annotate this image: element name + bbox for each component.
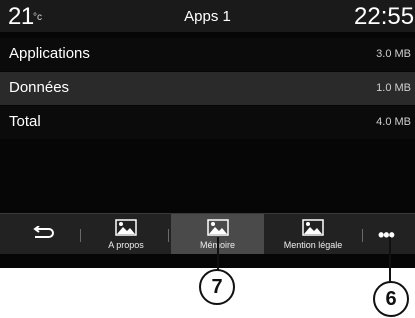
tab-label: Mention légale xyxy=(283,240,343,250)
list-item-label: Applications xyxy=(9,45,90,62)
callout-memory: 7 xyxy=(199,269,235,305)
callout-line-memory xyxy=(217,237,219,271)
status-bar: 21 °c Apps 1 22:55 xyxy=(0,0,415,32)
more-options-button[interactable]: ••• xyxy=(366,214,410,254)
image-icon xyxy=(207,219,229,236)
clock: 22:55 xyxy=(354,3,415,30)
page-title: Apps 1 xyxy=(184,8,231,25)
memory-list: Applications 3.0 MB Données 1.0 MB Total… xyxy=(0,38,415,140)
tab-a-propos[interactable]: A propos xyxy=(88,214,164,254)
back-arrow-icon xyxy=(33,226,54,238)
callout-more: 6 xyxy=(373,281,409,317)
tab-divider xyxy=(168,229,169,242)
tab-divider xyxy=(362,229,363,242)
tab-label: A propos xyxy=(108,240,144,250)
tab-mention-legale[interactable]: Mention légale xyxy=(266,214,360,254)
list-item-label: Données xyxy=(9,79,70,96)
bottom-tab-bar: A propos Mémoire Mention légale ••• xyxy=(0,213,415,254)
infotainment-screen: 21 °c Apps 1 22:55 Applications 3.0 MB D… xyxy=(0,0,415,268)
image-icon xyxy=(302,219,324,236)
list-item-donnees[interactable]: Données 1.0 MB xyxy=(0,72,415,105)
list-item-value: 1.0 MB xyxy=(376,82,411,94)
callout-line-more xyxy=(389,237,391,281)
list-item-total[interactable]: Total 4.0 MB xyxy=(0,106,415,139)
list-item-value: 3.0 MB xyxy=(376,48,411,60)
list-item-applications[interactable]: Applications 3.0 MB xyxy=(0,38,415,71)
back-button[interactable] xyxy=(0,214,72,254)
tab-divider xyxy=(80,229,81,242)
list-item-value: 4.0 MB xyxy=(376,116,411,128)
more-options-icon: ••• xyxy=(378,225,395,245)
image-icon xyxy=(115,219,137,236)
list-item-label: Total xyxy=(9,113,41,130)
